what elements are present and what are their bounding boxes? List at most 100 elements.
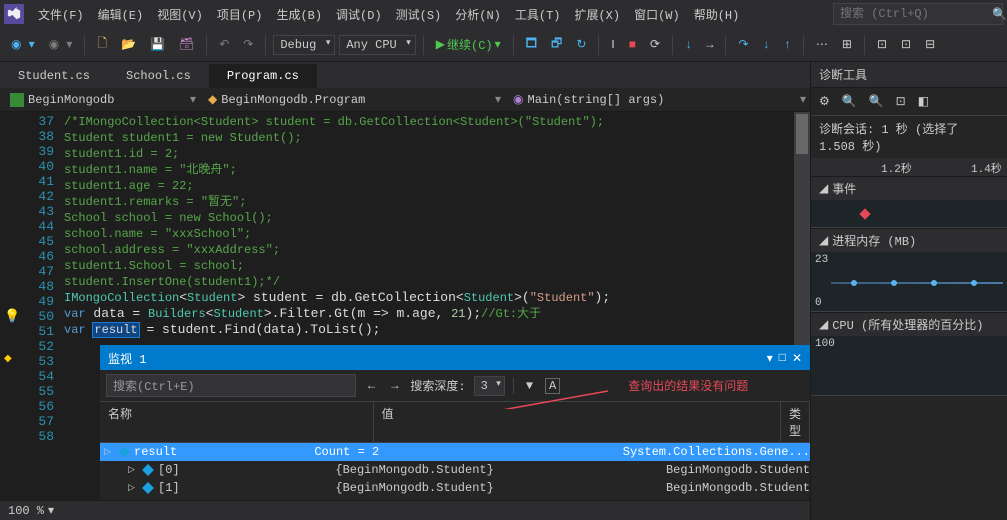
tab-school[interactable]: School.cs [108, 64, 209, 88]
zoom-level[interactable]: 100 % [8, 504, 44, 518]
diag-zoom-in-icon[interactable]: 🔍 [838, 92, 861, 111]
col-name[interactable]: 名称 [100, 402, 374, 442]
tb-icon-b[interactable]: ⊞ [837, 34, 857, 55]
go-button[interactable]: → [701, 35, 718, 55]
breakpoint-marker[interactable] [4, 353, 14, 363]
search-input[interactable] [840, 7, 992, 21]
annotation-text: 查询出的结果没有问题 [628, 377, 748, 394]
tb-icon-a[interactable]: ⋯ [811, 34, 833, 55]
expand-icon[interactable]: ▷ [128, 465, 138, 475]
event-marker [859, 208, 870, 219]
menu-test[interactable]: 测试(S) [390, 2, 448, 27]
diag-reset-icon[interactable]: ⊡ [892, 92, 910, 111]
watch-next-button[interactable]: → [387, 377, 402, 395]
nav-method[interactable]: ◉Main(string[] args) [507, 90, 794, 109]
tb-icon-c[interactable]: ⊡ [872, 34, 892, 55]
line-numbers: 37 38 39 40 41 42 43 44 45 46 47 48 49 5… [24, 112, 64, 500]
nav-project[interactable]: BeginMongodb [4, 91, 184, 109]
redo-button[interactable]: ↷ [238, 34, 258, 55]
back-button[interactable]: ◉ ▾ [6, 34, 40, 55]
watch-row[interactable]: ▷Raw View [100, 497, 810, 500]
pause-button[interactable]: ‖ [606, 34, 619, 55]
step-into-button[interactable]: ↓ [680, 35, 697, 55]
watch-maximize-icon[interactable]: □ [779, 351, 786, 366]
diag-zoom-out-icon[interactable]: 🔍 [865, 92, 888, 111]
cpu-chart[interactable]: 100 [811, 336, 1007, 396]
events-header[interactable]: ◢事件 [811, 176, 1007, 200]
expand-icon[interactable]: ▷ [104, 447, 114, 457]
menu-window[interactable]: 窗口(W) [628, 2, 686, 27]
memory-chart[interactable]: 23 0 [811, 252, 1007, 312]
menu-bar: 文件(F) 编辑(E) 视图(V) 项目(P) 生成(B) 调试(D) 测试(S… [0, 0, 1007, 28]
step-over-button[interactable]: ↷ [733, 34, 753, 55]
code-nav-bar: BeginMongodb ▾ ◆BeginMongodb.Program ▾ ◉… [0, 88, 810, 112]
collapse-icon: ◢ [819, 181, 828, 196]
watch-dropdown-icon[interactable]: ▾ [767, 351, 773, 366]
undo-button[interactable]: ↶ [214, 34, 234, 55]
diag-settings-icon[interactable]: ⚙ [815, 92, 834, 111]
tab-student[interactable]: Student.cs [0, 64, 108, 88]
watch-search-input[interactable]: 搜索(Ctrl+E) [106, 374, 356, 397]
stop-button[interactable]: ■ [624, 35, 641, 55]
watch-title: 监视 1 [108, 350, 146, 367]
watch-row[interactable]: ▷[1]{BeginMongodb.Student}BeginMongodb.S… [100, 479, 810, 497]
tb-icon-e[interactable]: ⊟ [920, 34, 940, 55]
tool-btn-2[interactable]: 🗗 [546, 31, 567, 58]
expand-icon[interactable]: ▷ [128, 483, 138, 493]
cpu-header[interactable]: ◢CPU (所有处理器的百分比) [811, 312, 1007, 336]
forward-button[interactable]: ◉ ▾ [44, 34, 78, 55]
refresh-button[interactable]: ↻ [571, 34, 591, 55]
editor-status-bar: 100 % ▾ [0, 500, 810, 520]
menu-help[interactable]: 帮助(H) [688, 2, 746, 27]
scroll-thumb[interactable] [796, 114, 808, 154]
watch-header: 名称 值 类型 [100, 402, 810, 443]
menu-edit[interactable]: 编辑(E) [92, 2, 150, 27]
tool-btn-1[interactable]: 🗖 [521, 31, 542, 58]
collapse-icon: ◢ [819, 317, 828, 332]
diag-session: 诊断会话: 1 秒 (选择了 1.508 秒) [811, 116, 1007, 158]
events-chart[interactable] [811, 200, 1007, 228]
menu-view[interactable]: 视图(V) [151, 2, 209, 27]
memory-header[interactable]: ◢进程内存 (MB) [811, 228, 1007, 252]
menu-project[interactable]: 项目(P) [211, 2, 269, 27]
diag-timeline[interactable]: 1.2秒 1.4秒 [811, 158, 1007, 176]
menu-ext[interactable]: 扩展(X) [568, 2, 626, 27]
restart-button[interactable]: ⟳ [645, 34, 665, 55]
col-type[interactable]: 类型 [781, 402, 810, 442]
watch-rows: ▷resultCount = 2System.Collections.Gene.… [100, 443, 810, 500]
save-all-button[interactable]: 🗃 [174, 34, 199, 55]
nav-class[interactable]: ◆BeginMongodb.Program [202, 90, 489, 109]
config-dropdown[interactable]: Debug [273, 35, 335, 55]
diag-snapshot-icon[interactable]: ◧ [914, 92, 933, 111]
menu-debug[interactable]: 调试(D) [330, 2, 388, 27]
zoom-dropdown-icon[interactable]: ▾ [48, 503, 54, 518]
global-search[interactable]: 🔍 [833, 3, 1003, 25]
new-button[interactable]: 🗋 [92, 31, 112, 58]
watch-title-bar[interactable]: 监视 1 ▾ □ ✕ [100, 347, 810, 370]
open-button[interactable]: 📂 [116, 34, 141, 55]
watch-close-icon[interactable]: ✕ [792, 351, 802, 366]
filter-icon[interactable]: ▼ [522, 377, 537, 395]
object-icon [142, 482, 154, 494]
diag-title: 诊断工具 [811, 62, 1007, 88]
depth-dropdown[interactable]: 3 [474, 376, 505, 396]
text-filter-icon[interactable]: A [545, 378, 560, 394]
watch-row[interactable]: ▷resultCount = 2System.Collections.Gene.… [100, 443, 810, 461]
collapse-icon: ◢ [819, 233, 828, 248]
menu-build[interactable]: 生成(B) [270, 2, 328, 27]
menu-analyze[interactable]: 分析(N) [449, 2, 507, 27]
tab-program[interactable]: Program.cs [209, 64, 317, 88]
continue-button[interactable]: ▶ 继续(C) ▾ [431, 33, 506, 56]
lightbulb-icon[interactable]: 💡 [4, 309, 20, 324]
step-in-button[interactable]: ↓ [758, 35, 775, 55]
code-editor[interactable]: 💡 37 38 39 40 41 42 43 44 45 46 47 48 49… [0, 112, 810, 500]
platform-dropdown[interactable]: Any CPU [339, 35, 415, 55]
col-value[interactable]: 值 [374, 402, 781, 442]
menu-file[interactable]: 文件(F) [32, 2, 90, 27]
watch-row[interactable]: ▷[0]{BeginMongodb.Student}BeginMongodb.S… [100, 461, 810, 479]
menu-tools[interactable]: 工具(T) [509, 2, 567, 27]
tb-icon-d[interactable]: ⊡ [896, 34, 916, 55]
watch-prev-button[interactable]: ← [364, 377, 379, 395]
step-out-button[interactable]: ↑ [779, 35, 796, 55]
save-button[interactable]: 💾 [145, 34, 170, 55]
